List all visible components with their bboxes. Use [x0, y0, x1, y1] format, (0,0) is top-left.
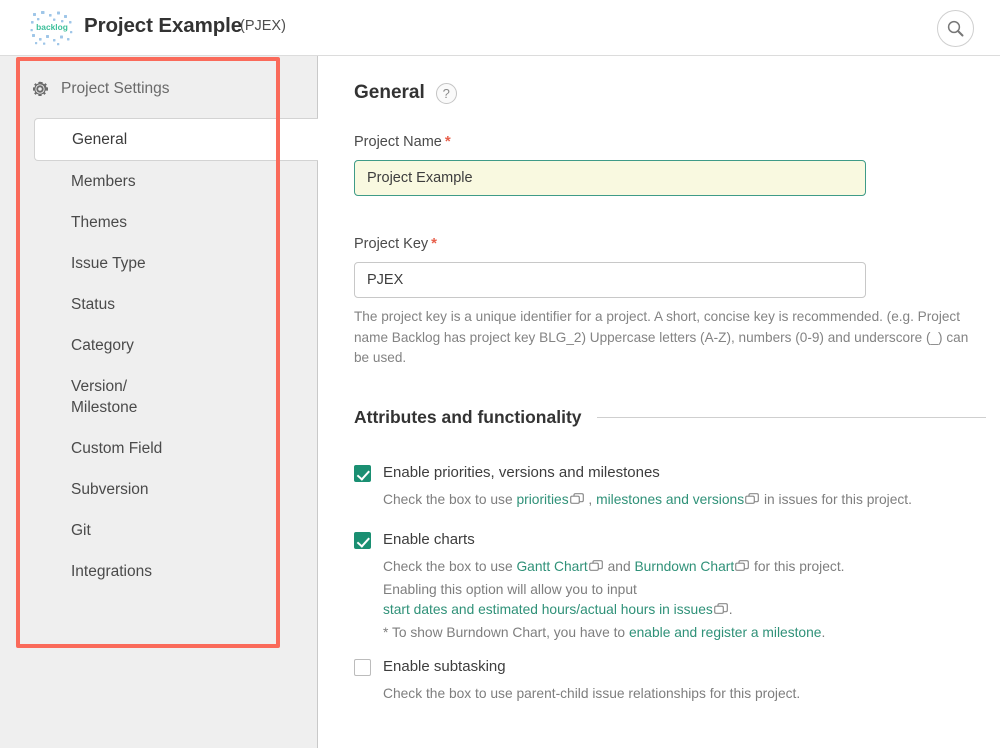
link-start-dates-hours[interactable]: start dates and estimated hours/actual h…: [383, 602, 713, 617]
gear-icon: [33, 81, 48, 96]
option-priorities-label: Enable priorities, versions and mileston…: [383, 464, 660, 481]
search-button[interactable]: [937, 10, 974, 47]
settings-nav: General Members Themes Issue Type Status…: [0, 118, 318, 592]
desc-text: * To show Burndown Chart, you have to: [383, 624, 629, 640]
project-key-field-label: Project Key *: [354, 235, 437, 252]
sidebar-item-label: Custom Field: [71, 440, 163, 457]
section-title: General ?: [354, 82, 457, 104]
option-charts: Enable charts Check the box to use Gantt…: [354, 530, 994, 643]
attributes-heading-label: Attributes and functionality: [354, 407, 582, 427]
sidebar-item-custom-field[interactable]: Custom Field: [0, 428, 318, 469]
option-subtasking-description: Check the box to use parent-child issue …: [383, 686, 801, 701]
option-priorities-row[interactable]: Enable priorities, versions and mileston…: [354, 463, 994, 482]
option-priorities-description: Check the box to use priorities , milest…: [383, 490, 994, 513]
sidebar-item-version-milestone[interactable]: Version/ Milestone: [0, 366, 318, 428]
checkbox-enable-charts[interactable]: [354, 532, 371, 549]
project-name-label: Project Name *: [354, 133, 451, 150]
app-header: backlog Project Example (PJEX): [0, 0, 1000, 56]
search-icon: [947, 20, 964, 37]
option-charts-label: Enable charts: [383, 531, 475, 548]
sidebar-item-label: Members: [71, 173, 136, 190]
project-key-input[interactable]: [354, 262, 866, 298]
project-name-label-text: Project Name: [354, 134, 442, 150]
popup-window-icon[interactable]: [588, 559, 603, 580]
sidebar-item-label: Git: [71, 522, 91, 539]
logo-wordmark: backlog: [36, 22, 68, 32]
app-root: backlog Project Example (PJEX) Project S…: [0, 0, 1000, 748]
sidebar-item-subversion[interactable]: Subversion: [0, 469, 318, 510]
desc-text: in issues for this project.: [760, 492, 912, 507]
desc-text: Enabling this option will allow you to i…: [383, 581, 637, 597]
link-milestones-versions[interactable]: milestones and versions: [596, 492, 744, 507]
sidebar-item-themes[interactable]: Themes: [0, 202, 318, 243]
desc-text: and: [603, 559, 635, 574]
desc-text: .: [821, 624, 826, 640]
project-key-label: (PJEX): [240, 18, 286, 34]
link-gantt-chart[interactable]: Gantt Chart: [516, 559, 587, 574]
popup-window-icon[interactable]: [735, 559, 750, 580]
sidebar-item-label: Themes: [71, 214, 127, 231]
option-subtasking-label: Enable subtasking: [383, 658, 506, 675]
sidebar-item-label: Integrations: [71, 563, 152, 580]
desc-text: Check the box to use: [383, 559, 517, 574]
sidebar-item-label: General: [72, 131, 128, 148]
desc-text: for this project.: [750, 559, 845, 574]
help-icon[interactable]: ?: [435, 82, 457, 104]
project-key-label-text: Project Key: [354, 236, 429, 252]
option-subtasking-row[interactable]: Enable subtasking: [354, 657, 994, 676]
sidebar-item-issue-type[interactable]: Issue Type: [0, 243, 318, 284]
section-divider: [596, 417, 986, 418]
attributes-section-header: Attributes and functionality: [354, 407, 986, 428]
option-subtasking: Enable subtasking Check the box to use p…: [354, 657, 994, 705]
sidebar-item-label: Status: [71, 296, 115, 313]
option-charts-row[interactable]: Enable charts: [354, 530, 994, 549]
sidebar-item-general[interactable]: General: [34, 118, 318, 161]
sidebar-item-status[interactable]: Status: [0, 284, 318, 325]
sidebar-item-label: Issue Type: [71, 255, 146, 272]
required-marker: *: [444, 133, 451, 150]
checkbox-enable-priorities[interactable]: [354, 465, 371, 482]
sidebar-heading-label: Project Settings: [61, 80, 170, 97]
section-title-label: General: [354, 82, 425, 103]
option-charts-description: Check the box to use Gantt Chart and Bur…: [383, 557, 994, 643]
sidebar-item-git[interactable]: Git: [0, 510, 318, 551]
option-priorities: Enable priorities, versions and mileston…: [354, 463, 994, 513]
project-name-input[interactable]: [354, 160, 866, 196]
sidebar-item-members[interactable]: Members: [0, 161, 318, 202]
popup-window-icon[interactable]: [745, 492, 760, 513]
link-burndown-chart[interactable]: Burndown Chart: [634, 559, 734, 574]
checkbox-enable-subtasking[interactable]: [354, 659, 371, 676]
main-content: General ? Project Name* Project Key* The…: [319, 56, 1000, 748]
project-key-hint: The project key is a unique identifier f…: [354, 309, 969, 365]
popup-window-icon[interactable]: [569, 492, 584, 513]
sidebar-item-category[interactable]: Category: [0, 325, 318, 366]
settings-sidebar: Project Settings General Members Themes …: [0, 56, 318, 748]
sidebar-heading: Project Settings: [30, 79, 170, 99]
page-title: Project Example: [84, 14, 243, 37]
desc-text: Check the box to use: [383, 492, 517, 507]
link-priorities[interactable]: priorities: [516, 492, 568, 507]
sidebar-item-integrations[interactable]: Integrations: [0, 551, 318, 592]
desc-text: ,: [584, 492, 597, 507]
desc-text: .: [728, 602, 733, 617]
popup-window-icon[interactable]: [713, 602, 728, 623]
sidebar-item-label: Subversion: [71, 481, 149, 498]
required-marker: *: [431, 235, 437, 252]
link-enable-register-milestone[interactable]: enable and register a milestone: [629, 625, 822, 640]
backlog-logo[interactable]: backlog: [30, 9, 74, 47]
sidebar-item-label: Version/ Milestone: [71, 378, 138, 416]
sidebar-item-label: Category: [71, 337, 134, 354]
